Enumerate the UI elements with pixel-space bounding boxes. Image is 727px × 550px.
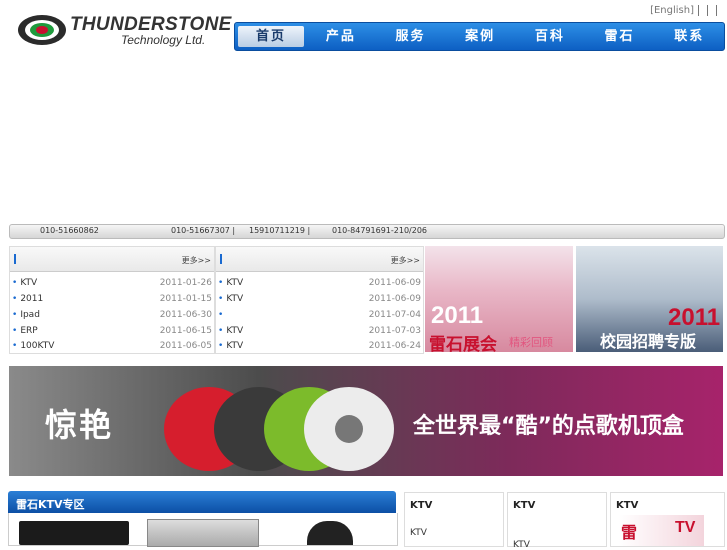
ktv-product-image-2[interactable]	[147, 519, 259, 547]
nav-products[interactable]: 产品	[306, 23, 376, 50]
column-link[interactable]: KTV	[410, 528, 427, 538]
news-title[interactable]: KTV	[20, 278, 37, 288]
panel-header: 更多>>	[10, 247, 214, 272]
bullet-icon: •	[218, 294, 224, 304]
nav-home[interactable]: 首页	[238, 26, 304, 47]
news-date: 2011-07-03	[368, 326, 421, 336]
bullet-icon: •	[218, 326, 224, 336]
news-date: 2011-06-05	[159, 341, 212, 351]
phone-2: 010-51667307 |	[171, 226, 236, 235]
news-item[interactable]: • KTV 2011-07-03	[218, 326, 421, 338]
bullet-icon: •	[218, 278, 224, 288]
magazine-logo: 雷	[621, 523, 638, 542]
news-date: 2011-06-09	[368, 278, 421, 288]
ktv-zone-header: 雷石KTV专区	[8, 491, 396, 513]
column-heading: KTV	[513, 500, 536, 511]
ktv-column-1: KTV KTV	[404, 492, 504, 547]
logo-mark[interactable]	[17, 14, 67, 46]
news-date: 2011-06-09	[368, 294, 421, 304]
nav-services[interactable]: 服务	[376, 23, 446, 50]
bullet-icon: •	[12, 341, 18, 351]
top-link-2[interactable]	[708, 5, 717, 16]
phone-3: 15910711219 |	[249, 226, 311, 235]
recruit-banner[interactable]: 2011 校园招聘专版	[576, 246, 723, 352]
ktv-zone-title: 雷石KTV专区	[16, 498, 85, 511]
top-link-1[interactable]	[699, 5, 708, 16]
bullet-icon: •	[12, 310, 18, 320]
header-marker	[220, 254, 222, 264]
ktv-column-3: KTV 雷 TV	[610, 492, 725, 547]
column-heading: KTV	[616, 500, 639, 511]
contact-phone-bar: 010-51660862 010-51667307 | 15910711219 …	[9, 224, 725, 239]
news-item[interactable]: • ERP 2011-06-15	[12, 326, 212, 338]
ktv-column-2: KTV KTV	[507, 492, 607, 550]
news-date: 2011-06-15	[159, 326, 212, 336]
news-item[interactable]: • 2011-07-04	[218, 310, 421, 322]
banner-label: 校园招聘专版	[600, 332, 697, 351]
news-date: 2011-06-24	[368, 341, 421, 351]
news-item[interactable]: • KTV 2011-06-09	[218, 294, 421, 306]
column-heading: KTV	[410, 500, 433, 511]
main-nav: 首页 产品 服务 案例 百科 雷石 联系	[234, 22, 725, 51]
phone-1: 010-51660862	[40, 226, 99, 235]
nav-contact[interactable]: 联系	[654, 23, 724, 50]
panel-header: 更多>>	[216, 247, 423, 272]
ktv-product-image-1[interactable]	[19, 521, 129, 545]
news-title[interactable]: KTV	[226, 294, 243, 304]
news-date: 2011-01-15	[159, 294, 212, 304]
expo-banner[interactable]: 2011 雷石展会 精彩回顾	[425, 246, 573, 352]
banner-sub: 精彩回顾	[509, 336, 553, 349]
bullet-icon: •	[12, 294, 18, 304]
column-link[interactable]: KTV	[513, 540, 530, 550]
news-item[interactable]: • Ipad 2011-06-30	[12, 310, 212, 322]
news-title[interactable]: KTV	[226, 278, 243, 288]
news-item[interactable]: • KTV 2011-06-09	[218, 278, 421, 290]
news-date: 2011-06-30	[159, 310, 212, 320]
news-item[interactable]: • 100KTV 2011-06-05	[12, 341, 212, 353]
hero-left-text: 惊艳	[45, 406, 114, 444]
product-hero-banner[interactable]: 惊艳 全世界最“酷”的点歌机顶盒	[9, 366, 723, 476]
news-title[interactable]: ERP	[20, 326, 37, 336]
bullet-icon: •	[12, 326, 18, 336]
nav-thunderstone[interactable]: 雷石	[585, 23, 655, 50]
news-item[interactable]: • 2011 2011-01-15	[12, 294, 212, 306]
top-link-3[interactable]	[717, 5, 721, 16]
ktv-product-image-3[interactable]	[307, 521, 353, 545]
nav-cases[interactable]: 案例	[445, 23, 515, 50]
news-title[interactable]: KTV	[226, 341, 243, 351]
news-title[interactable]: Ipad	[20, 310, 40, 320]
magazine-tv-text: TV	[675, 519, 696, 536]
nav-wiki[interactable]: 百科	[515, 23, 585, 50]
tv-magazine-image[interactable]: 雷 TV	[619, 515, 704, 546]
news-title[interactable]: 100KTV	[20, 341, 54, 351]
news-title[interactable]: KTV	[226, 326, 243, 336]
news-panel-left: 更多>> • KTV 2011-01-26 • 2011 2011-01-15 • Ipa…	[9, 246, 215, 354]
news-item[interactable]: • KTV 2011-01-26	[12, 278, 212, 290]
news-title[interactable]: 2011	[20, 294, 43, 304]
bullet-icon: •	[218, 310, 224, 320]
bullet-icon: •	[218, 341, 224, 351]
phone-4: 010-84791691-210/206	[332, 226, 427, 235]
banner-label: 雷石展会	[429, 335, 497, 352]
more-link[interactable]: 更多>>	[391, 255, 420, 266]
ktv-zone-body	[8, 513, 398, 547]
hero-slogan: 全世界最“酷”的点歌机顶盒	[413, 414, 684, 439]
news-item[interactable]: • KTV 2011-06-24	[218, 341, 421, 353]
english-link[interactable]: [English]	[646, 5, 699, 16]
bullet-icon: •	[12, 278, 18, 288]
header-marker	[14, 254, 16, 264]
product-devices-image	[164, 387, 394, 471]
news-panel-right: 更多>> • KTV 2011-06-09 • KTV 2011-06-09 • 2011…	[215, 246, 424, 354]
logo-subtitle: Technology Ltd.	[121, 33, 206, 47]
more-link[interactable]: 更多>>	[182, 255, 211, 266]
top-links: [English]	[646, 5, 721, 16]
news-date: 2011-01-26	[159, 278, 212, 288]
banner-year: 2011	[431, 302, 484, 329]
news-date: 2011-07-04	[368, 310, 421, 320]
